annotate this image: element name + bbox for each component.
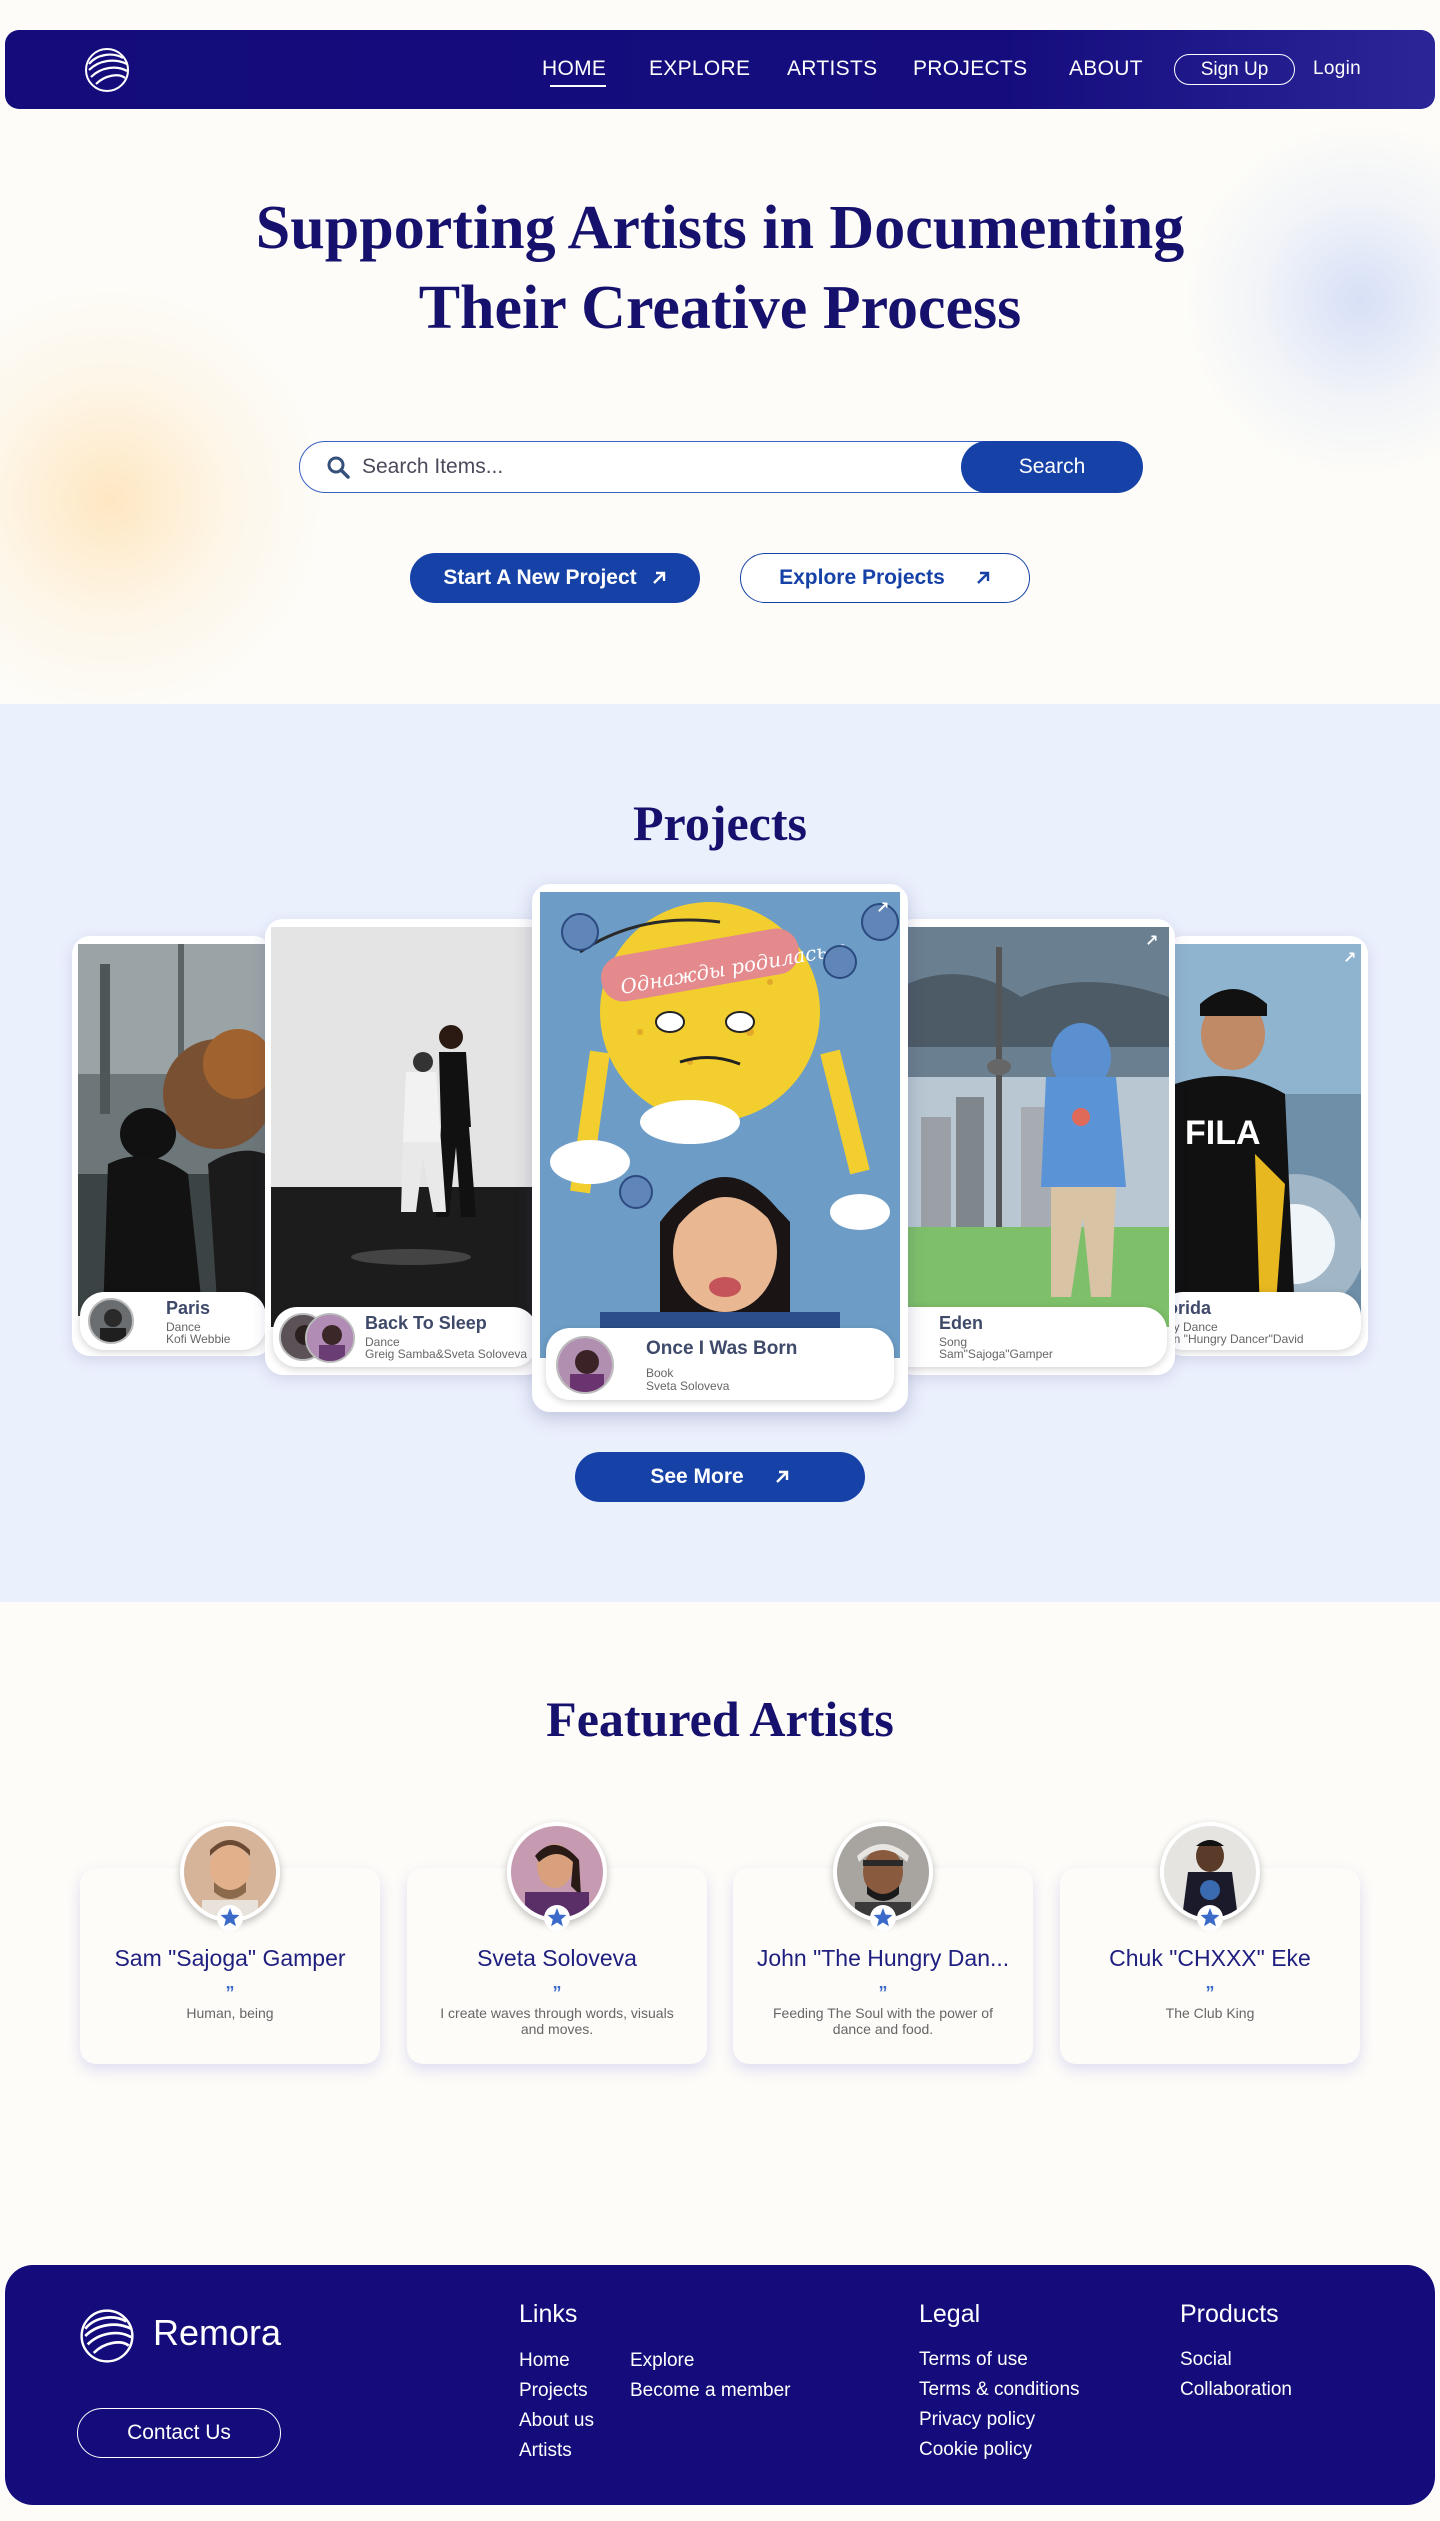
project-card-back-to-sleep[interactable]: Back To Sleep Dance Greig Samba&Sveta So…: [265, 919, 545, 1375]
footer-link-explore[interactable]: Explore: [630, 2350, 694, 2372]
artist-avatar: [305, 1313, 355, 1363]
arrow-up-right-icon: [775, 1470, 788, 1483]
project-info-eden: Eden Song Sam"Sajoga"Gamper: [895, 1307, 1167, 1367]
nav-about-link[interactable]: ABOUT: [1069, 57, 1143, 81]
project-info-back-to-sleep: Back To Sleep Dance Greig Samba&Sveta So…: [273, 1307, 537, 1367]
project-card-paris[interactable]: Paris Dance Kofi Webbie: [72, 936, 272, 1356]
star-badge-icon: [870, 1905, 896, 1931]
project-artist: Sveta Soloveva: [646, 1379, 730, 1393]
footer-link-privacy-policy[interactable]: Privacy policy: [919, 2409, 1035, 2431]
artist-bio: Human, being: [186, 2005, 274, 2021]
see-more-label: See More: [650, 1465, 744, 1488]
hero-title-line2: Their Creative Process: [418, 274, 1022, 342]
footer-brand: Remora: [153, 2312, 282, 2353]
artist-name: Sveta Soloveva: [477, 1945, 637, 1971]
arrow-up-right-icon: [977, 571, 990, 584]
project-card-florida[interactable]: FILA ↗ orida oy Dance hn "Hungry Dancer"…: [1165, 936, 1368, 1356]
quote-icon: ”: [878, 1983, 888, 2003]
search-button[interactable]: Search: [961, 440, 1143, 493]
start-new-project-button[interactable]: Start A New Project: [410, 553, 700, 603]
hero-title: Supporting Artists in Documenting Their …: [220, 188, 1220, 348]
artist-bio: Feeding The Soul with the power of dance…: [773, 2005, 993, 2037]
nav-home-link[interactable]: HOME: [542, 57, 607, 87]
explore-projects-button[interactable]: Explore Projects: [740, 553, 1030, 603]
see-more-button[interactable]: See More: [575, 1452, 865, 1502]
footer-link-social[interactable]: Social: [1180, 2349, 1232, 2371]
arrow-up-right-icon: [652, 571, 665, 584]
quote-icon: ”: [552, 1983, 562, 2003]
search-icon: [327, 456, 350, 479]
footer-legal-heading: Legal: [919, 2300, 981, 2328]
sign-up-button[interactable]: Sign Up: [1174, 54, 1295, 85]
search-bar: Search: [299, 440, 1143, 493]
project-title: Eden: [939, 1313, 984, 1333]
project-info-florida: orida oy Dance hn "Hungry Dancer"David: [1165, 1292, 1361, 1350]
quote-icon: ”: [225, 1983, 235, 2003]
explore-projects-label: Explore Projects: [779, 566, 945, 589]
start-new-project-label: Start A New Project: [443, 566, 637, 589]
star-badge-icon: [544, 1905, 570, 1931]
project-title: Back To Sleep: [365, 1313, 487, 1333]
nav-explore-link[interactable]: EXPLORE: [649, 57, 750, 81]
project-card-once-i-was-born[interactable]: Однажды родилась я ↗ Once I Was Born Boo…: [532, 884, 908, 1412]
open-arrow-icon[interactable]: ↗: [1145, 931, 1158, 951]
project-image-back-to-sleep: [271, 927, 539, 1327]
footer-link-cookie-policy[interactable]: Cookie policy: [919, 2439, 1032, 2461]
artist-name: John "The Hungry Dan...: [756, 1945, 1010, 1971]
artist-bio: The Club King: [1165, 2005, 1255, 2021]
search-input[interactable]: [362, 454, 902, 480]
footer-link-terms-conditions[interactable]: Terms & conditions: [919, 2379, 1080, 2401]
project-info-paris: Paris Dance Kofi Webbie: [80, 1292, 266, 1350]
star-badge-icon: [1197, 1905, 1223, 1931]
remora-logo-icon[interactable]: [78, 2307, 136, 2365]
hero-section: Supporting Artists in Documenting Their …: [0, 110, 1440, 704]
project-artist: Greig Samba&Sveta Soloveva: [365, 1347, 528, 1361]
projects-title: Projects: [633, 795, 807, 851]
project-artist: Sam"Sajoga"Gamper: [939, 1347, 1053, 1361]
footer-link-projects[interactable]: Projects: [519, 2380, 588, 2402]
star-badge-icon: [217, 1905, 243, 1931]
footer-link-collaboration[interactable]: Collaboration: [1180, 2379, 1292, 2401]
login-link[interactable]: Login: [1313, 57, 1361, 81]
footer-link-home[interactable]: Home: [519, 2350, 570, 2372]
project-title: Once I Was Born: [646, 1338, 798, 1359]
project-type: Book: [646, 1366, 674, 1380]
project-image-florida: FILA ↗: [1175, 944, 1361, 1316]
project-title: Paris: [166, 1298, 211, 1318]
navbar: HOME EXPLORE ARTISTS PROJECTS ABOUT Sign…: [5, 30, 1435, 109]
open-arrow-icon[interactable]: ↗: [1343, 948, 1356, 968]
hero-title-line1: Supporting Artists in Documenting: [255, 194, 1185, 262]
project-card-eden[interactable]: ↗ Eden Song Sam"Sajoga"Gamper: [895, 919, 1175, 1375]
projects-section: Projects Paris Dance Kofi Webbie FILA ↗ …: [0, 704, 1440, 1602]
remora-logo-icon[interactable]: [83, 46, 131, 94]
project-info-once-i-was-born: Once I Was Born Book Sveta Soloveva: [546, 1328, 894, 1400]
artist-avatar: [556, 1336, 614, 1394]
project-artist: hn "Hungry Dancer"David: [1167, 1332, 1304, 1346]
nav-projects-link[interactable]: PROJECTS: [913, 57, 1027, 81]
footer-links-heading: Links: [519, 2300, 578, 2328]
svg-text:FILA: FILA: [1185, 1114, 1261, 1152]
artist-bio: I create waves through words, visuals an…: [440, 2005, 674, 2037]
footer: Remora Contact Us Links Home Projects Ab…: [5, 2265, 1435, 2505]
footer-products-heading: Products: [1180, 2300, 1279, 2328]
footer-link-about-us[interactable]: About us: [519, 2410, 594, 2432]
footer-link-terms-of-use[interactable]: Terms of use: [919, 2349, 1028, 2371]
project-image-once-i-was-born: Однажды родилась я ↗: [540, 892, 900, 1358]
featured-artists-title: Featured Artists: [546, 1691, 894, 1747]
quote-icon: ”: [1205, 1983, 1215, 2003]
contact-us-button[interactable]: Contact Us: [77, 2408, 281, 2458]
artist-avatar: [88, 1298, 134, 1344]
artist-name: Sam "Sajoga" Gamper: [114, 1945, 346, 1971]
open-arrow-icon[interactable]: ↗: [876, 898, 889, 918]
nav-artists-link[interactable]: ARTISTS: [787, 57, 877, 81]
project-image-eden: ↗: [901, 927, 1169, 1327]
footer-link-artists[interactable]: Artists: [519, 2440, 572, 2462]
artist-name: Chuk "CHXXX" Eke: [1109, 1945, 1311, 1971]
project-artist: Kofi Webbie: [166, 1332, 231, 1346]
footer-link-become-member[interactable]: Become a member: [630, 2380, 791, 2402]
project-image-paris: [78, 944, 266, 1316]
